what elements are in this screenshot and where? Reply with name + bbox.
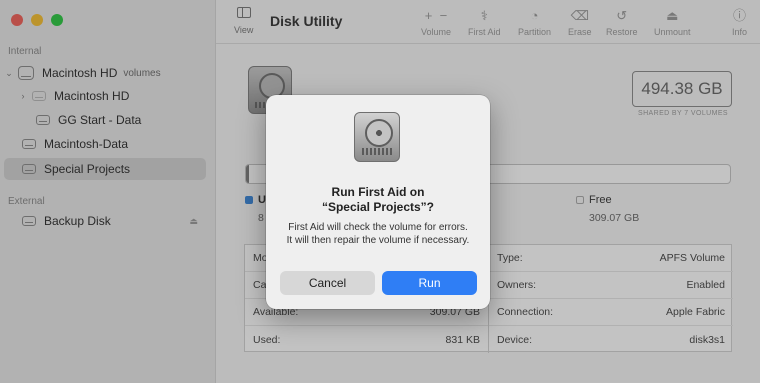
first-aid-dialog: Run First Aid on “Special Projects”? Fir… — [266, 95, 490, 309]
run-button[interactable]: Run — [382, 271, 477, 295]
dialog-message: First Aid will check the volume for erro… — [286, 222, 470, 246]
dialog-title: Run First Aid on “Special Projects”? — [266, 185, 490, 215]
dialog-title-line1: Run First Aid on — [331, 185, 425, 199]
disk-utility-window: Internal ⌄ Macintosh HD volumes › Macint… — [0, 0, 760, 383]
hard-drive-icon — [354, 112, 400, 162]
dialog-title-line2: “Special Projects”? — [321, 200, 435, 214]
cancel-button[interactable]: Cancel — [280, 271, 375, 295]
